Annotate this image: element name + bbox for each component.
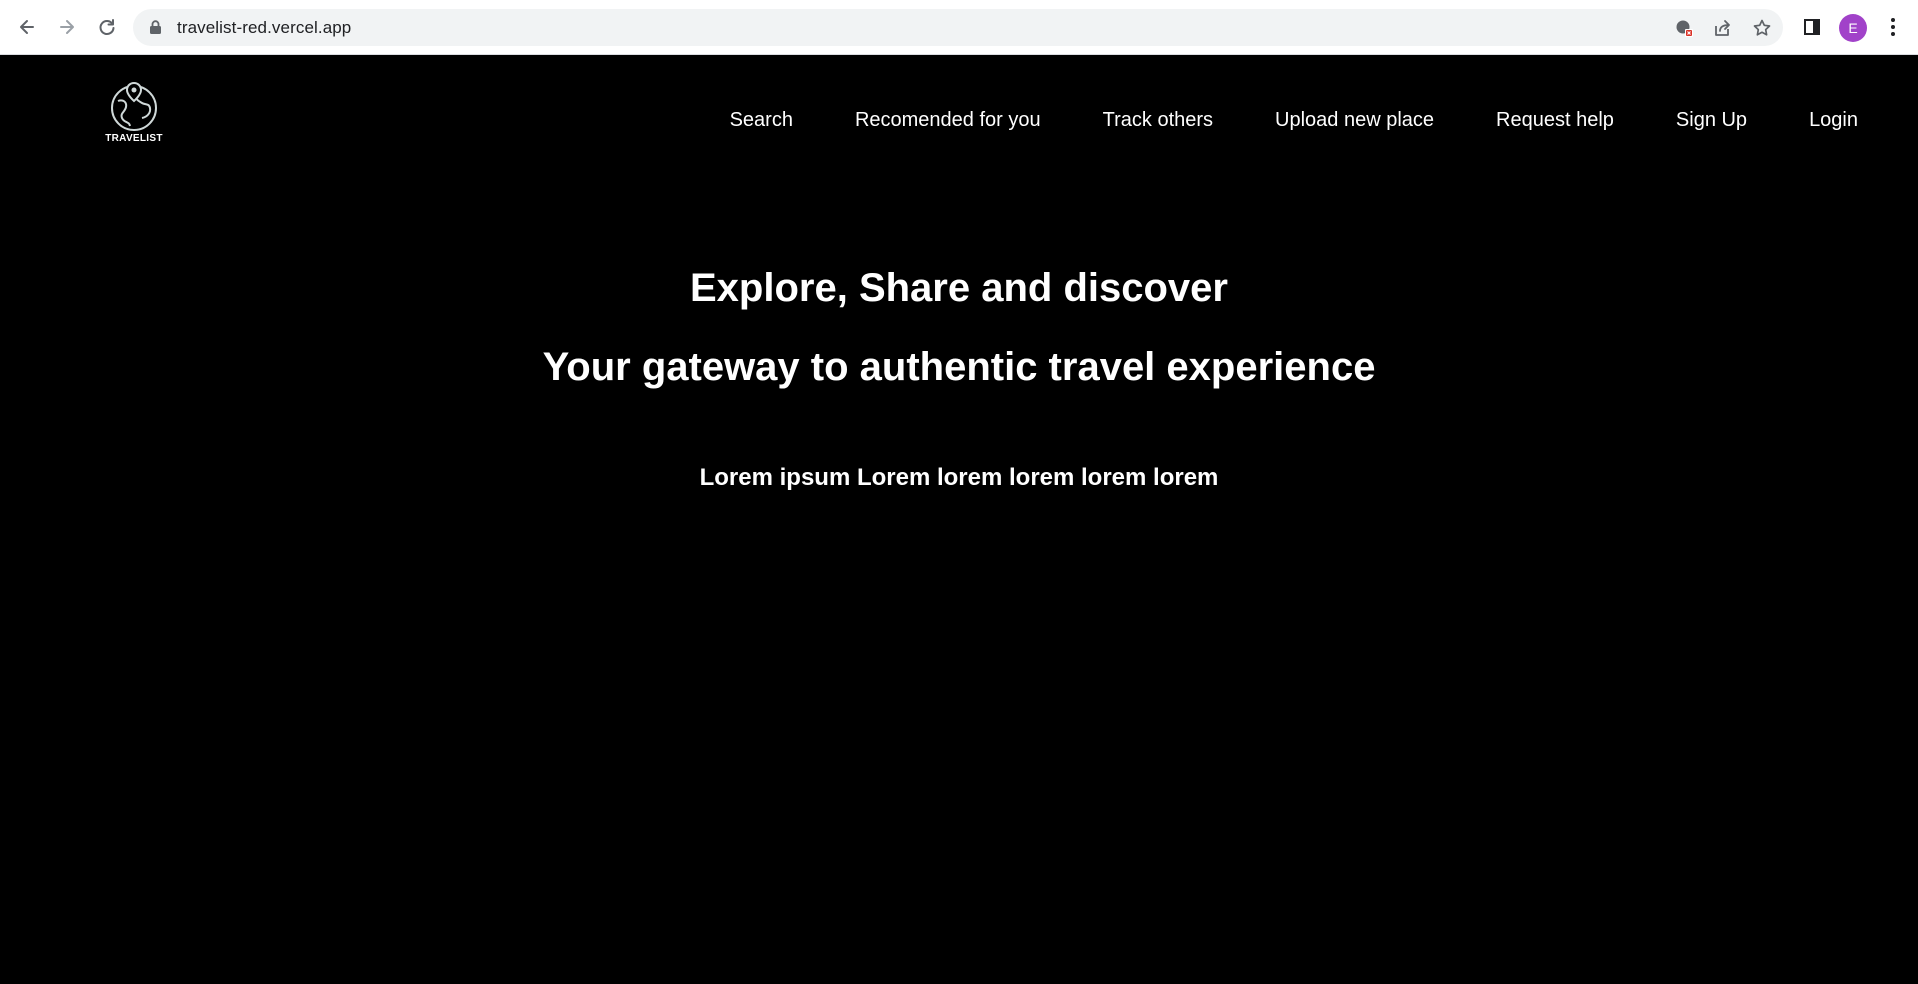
main-nav: Search Recomended for you Track others U…: [730, 109, 1858, 132]
hero-title: Explore, Share and discover: [690, 266, 1228, 310]
lock-icon[interactable]: [149, 20, 162, 40]
url-text: travelist-red.vercel.app: [177, 18, 352, 37]
travelist-logo[interactable]: TRAVELIST: [104, 79, 164, 147]
nav-track-others[interactable]: Track others: [1103, 109, 1213, 132]
bookmark-star-icon[interactable]: [1751, 17, 1773, 39]
forward-icon[interactable]: [52, 12, 82, 42]
nav-search[interactable]: Search: [730, 109, 793, 132]
profile-avatar[interactable]: E: [1839, 14, 1867, 42]
hero-subtitle: Your gateway to authentic travel experie…: [542, 345, 1376, 389]
reload-icon[interactable]: [92, 12, 122, 42]
globe-pin-icon: [111, 81, 157, 131]
hero-tagline: Lorem ipsum Lorem lorem lorem lorem lore…: [699, 464, 1219, 491]
browser-toolbar: travelist-red.vercel.app E: [0, 0, 1918, 55]
page-content: TRAVELIST Search Recomended for you Trac…: [0, 55, 1918, 984]
nav-login[interactable]: Login: [1809, 109, 1858, 132]
share-icon[interactable]: [1711, 17, 1733, 39]
nav-upload-new-place[interactable]: Upload new place: [1275, 109, 1434, 132]
menu-icon[interactable]: [1878, 12, 1908, 42]
nav-request-help[interactable]: Request help: [1496, 109, 1614, 132]
nav-sign-up[interactable]: Sign Up: [1676, 109, 1747, 132]
back-icon[interactable]: [12, 12, 42, 42]
address-bar[interactable]: travelist-red.vercel.app: [133, 9, 1783, 46]
side-panel-icon[interactable]: [1797, 12, 1827, 42]
blocked-icon[interactable]: [1673, 17, 1695, 39]
nav-recommended[interactable]: Recomended for you: [855, 109, 1041, 132]
logo-text: TRAVELIST: [105, 133, 163, 144]
profile-initial: E: [1848, 20, 1858, 36]
